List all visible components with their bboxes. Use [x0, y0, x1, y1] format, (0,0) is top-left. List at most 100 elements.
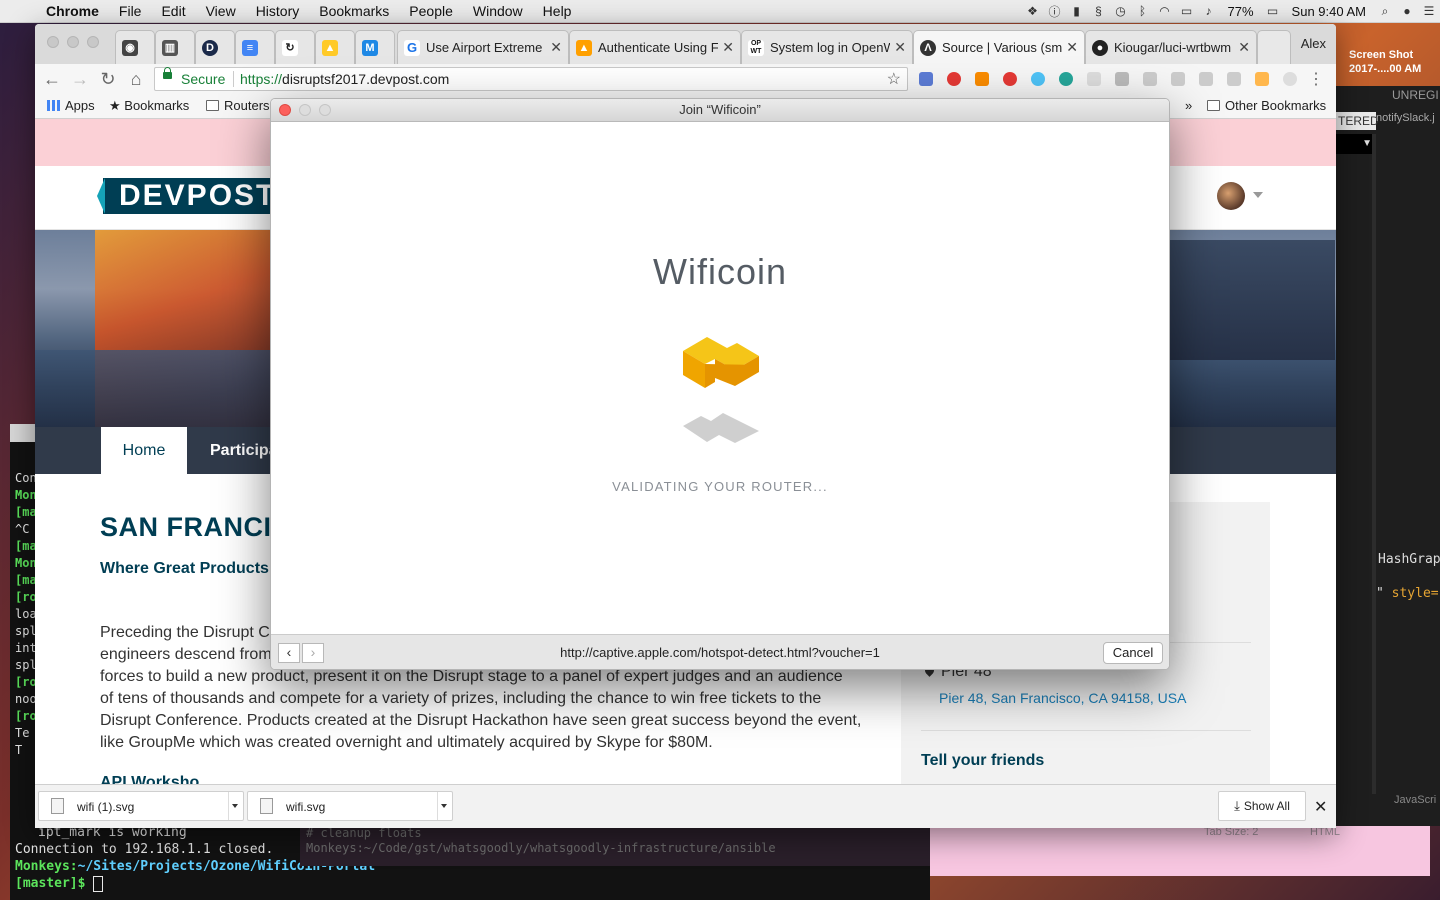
bookmark-star-icon[interactable]: ☆	[887, 69, 901, 89]
m-icon: M	[362, 39, 378, 56]
tab-close-icon[interactable]: ✕	[722, 39, 734, 56]
notification-center-icon[interactable]: ☰	[1418, 4, 1440, 18]
menu-file[interactable]: File	[109, 3, 152, 19]
menu-history[interactable]: History	[246, 3, 310, 19]
spotlight-icon[interactable]: ⌕	[1374, 4, 1396, 19]
download-item[interactable]: wifi (1).svg	[38, 791, 244, 821]
bookmark-bookmarks[interactable]: ★ Bookmarks	[109, 98, 189, 114]
window-minimize-button[interactable]	[67, 36, 79, 48]
tab-close-icon[interactable]: ✕	[1238, 39, 1250, 56]
extension-icon[interactable]	[1059, 72, 1073, 86]
siri-icon[interactable]: ●	[1396, 4, 1418, 18]
extension-icon[interactable]	[1003, 72, 1017, 86]
battery-percent[interactable]: 77%	[1220, 4, 1262, 19]
home-icon[interactable]: ⌂	[125, 68, 147, 90]
bookmark-routers[interactable]: Routers	[206, 98, 270, 113]
cancel-button[interactable]: Cancel	[1103, 642, 1163, 664]
download-options-chevron-icon[interactable]	[437, 792, 452, 820]
extension-icon[interactable]	[1143, 72, 1157, 86]
extension-icon[interactable]	[1087, 72, 1101, 86]
openwrt-icon: OP WT	[748, 39, 764, 56]
steem-icon[interactable]: §	[1088, 4, 1110, 18]
dropbox-icon[interactable]: ❖	[1022, 4, 1044, 18]
extension-icon[interactable]	[1227, 72, 1241, 86]
tab-pinned-refresh[interactable]: ↻	[275, 30, 315, 64]
tab-pinned-flame[interactable]: ▲	[315, 30, 355, 64]
lock-icon	[163, 67, 172, 79]
tab-authenticate[interactable]: ▲ Authenticate Using F ✕	[569, 30, 741, 64]
bookmark-apps[interactable]: Apps	[47, 98, 95, 113]
info-icon[interactable]: ⓘ	[1044, 3, 1066, 20]
menu-window[interactable]: Window	[463, 3, 533, 19]
close-downloads-icon[interactable]: ✕	[1314, 797, 1327, 817]
bookmark-tray-icon[interactable]: ▮	[1066, 4, 1088, 18]
chrome-menu-icon[interactable]: ⋮	[1308, 69, 1324, 89]
window-zoom-button[interactable]	[87, 36, 99, 48]
editor-language-label[interactable]: JavaScri	[1394, 794, 1436, 806]
tab-close-icon[interactable]: ✕	[550, 39, 562, 56]
code-editor-window[interactable]: UNREGI TERED notifySlack.j ▼ HashGrap " …	[1336, 86, 1440, 826]
menu-help[interactable]: Help	[533, 3, 582, 19]
dialog-minimize-button[interactable]	[299, 104, 311, 116]
nav-tab-home[interactable]: Home	[101, 427, 187, 474]
folder-icon	[206, 100, 219, 111]
wifi-icon[interactable]: ◠	[1154, 4, 1176, 18]
d-icon: D	[202, 39, 218, 56]
extension-icon[interactable]	[1255, 72, 1269, 86]
address-bar[interactable]: Secure https://disruptsf2017.devpost.com…	[154, 67, 908, 91]
battery-icon[interactable]: ▭	[1262, 4, 1284, 18]
menu-bookmarks[interactable]: Bookmarks	[309, 3, 399, 19]
editor-file-tab[interactable]: notifySlack.j	[1376, 112, 1435, 124]
extension-icon[interactable]	[1031, 72, 1045, 86]
editor-tab[interactable]: TERED	[1336, 112, 1379, 130]
cast-icon[interactable]	[1171, 72, 1185, 86]
tab-close-icon[interactable]: ✕	[1066, 39, 1078, 56]
tab-close-icon[interactable]: ✕	[894, 39, 906, 56]
airplay-icon[interactable]: ▭	[1176, 4, 1198, 18]
editor-dropdown-icon[interactable]: ▼	[1336, 134, 1372, 154]
desktop-screenshot-label[interactable]: Screen Shot 2017-....00 AM	[1349, 48, 1421, 76]
bookmark-overflow[interactable]: »	[1185, 98, 1192, 113]
forward-arrow-icon[interactable]: →	[69, 68, 91, 90]
chevron-down-icon[interactable]	[1253, 192, 1263, 198]
extension-icon[interactable]	[1199, 72, 1213, 86]
menu-people[interactable]: People	[399, 3, 463, 19]
volume-icon[interactable]: ♪	[1198, 4, 1220, 18]
tab-pinned-camera[interactable]: ◉	[115, 30, 155, 64]
avatar[interactable]	[1217, 182, 1245, 210]
tab-pinned-reader[interactable]: ▥	[155, 30, 195, 64]
extension-icon[interactable]	[947, 72, 961, 86]
bookmark-other[interactable]: Other Bookmarks	[1207, 98, 1326, 113]
download-item[interactable]: wifi.svg	[247, 791, 453, 821]
tab-system-log[interactable]: OP WT System log in OpenW ✕	[741, 30, 913, 64]
reload-icon[interactable]: ↻	[97, 68, 119, 90]
menu-edit[interactable]: Edit	[151, 3, 195, 19]
profile-name[interactable]: Alex	[1301, 36, 1326, 51]
dialog-close-button[interactable]	[279, 104, 291, 116]
tab-source-various[interactable]: Λ Source | Various (sm ✕	[913, 30, 1085, 64]
venue-address-link[interactable]: Pier 48, San Francisco, CA 94158, USA	[939, 690, 1186, 706]
dialog-url: http://captive.apple.com/hotspot-detect.…	[560, 645, 880, 660]
nav-tab-participants[interactable]: Participa	[210, 427, 278, 474]
tab-pinned-docs[interactable]: ≡	[235, 30, 275, 64]
dialog-zoom-button[interactable]	[319, 104, 331, 116]
show-all-downloads-button[interactable]: ⤓ Show All	[1218, 791, 1306, 821]
extension-icon[interactable]	[1283, 72, 1297, 86]
tab-pinned-d[interactable]: D	[195, 30, 235, 64]
extension-icon[interactable]	[1115, 72, 1129, 86]
download-options-chevron-icon[interactable]	[228, 792, 243, 820]
menu-app-name[interactable]: Chrome	[36, 3, 109, 19]
extension-icon[interactable]	[975, 72, 989, 86]
url-text[interactable]: https://disruptsf2017.devpost.com	[240, 71, 449, 87]
time-machine-icon[interactable]: ◷	[1110, 4, 1132, 18]
window-close-button[interactable]	[47, 36, 59, 48]
menu-clock[interactable]: Sun 9:40 AM	[1284, 4, 1374, 19]
bluetooth-icon[interactable]: ᛒ	[1132, 4, 1154, 18]
tab-kiougar-luci[interactable]: ● Kiougar/luci-wrtbwm ✕	[1085, 30, 1257, 64]
menu-view[interactable]: View	[196, 3, 246, 19]
extension-icon[interactable]	[919, 72, 933, 86]
new-tab-button[interactable]	[1257, 30, 1291, 64]
tab-pinned-m[interactable]: M	[355, 30, 395, 64]
back-arrow-icon[interactable]: ←	[41, 68, 63, 90]
tab-airport-extreme[interactable]: G Use Airport Extreme ✕	[397, 30, 569, 64]
